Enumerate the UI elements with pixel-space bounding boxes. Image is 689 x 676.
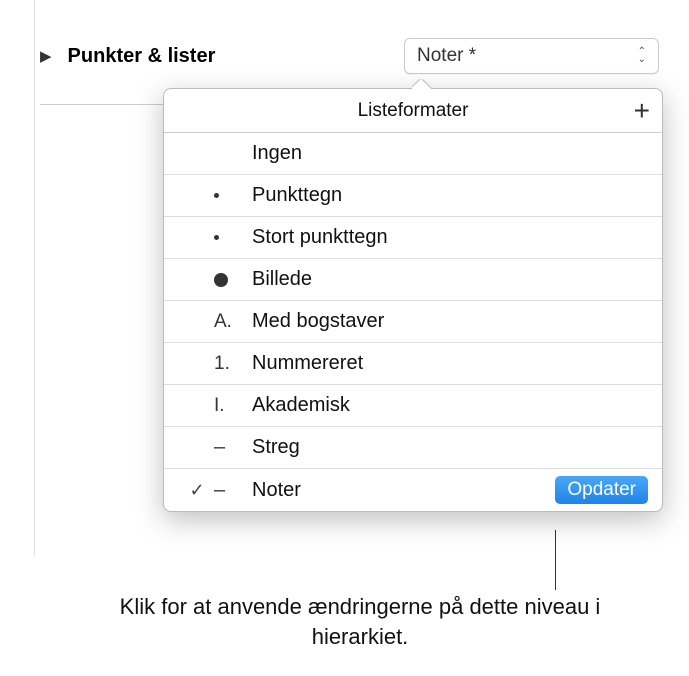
list-formats-popover: Listeformater + Ingen Punkttegn Stort punk…	[163, 88, 663, 512]
list-marker-icon: –	[212, 436, 252, 459]
callout-leader-line	[555, 530, 556, 590]
bullets-lists-label: Punkter & lister	[68, 45, 392, 68]
format-row[interactable]: 1.Nummereret	[164, 343, 662, 385]
disclosure-triangle-icon[interactable]: ▶	[40, 47, 52, 65]
list-marker-icon	[212, 273, 252, 287]
format-row[interactable]: Punkttegn	[164, 175, 662, 217]
format-label: Med bogstaver	[252, 310, 648, 333]
list-marker-icon	[212, 193, 252, 198]
format-label: Noter	[252, 479, 555, 502]
add-format-button[interactable]: +	[634, 95, 650, 127]
format-label: Nummereret	[252, 352, 648, 375]
format-row[interactable]: Stort punkttegn	[164, 217, 662, 259]
format-label: Ingen	[252, 142, 648, 165]
popover-header: Listeformater +	[164, 89, 662, 133]
chevron-up-down-icon: ⌃ ⌄	[638, 48, 646, 64]
list-style-dropdown[interactable]: Noter * ⌃ ⌄	[404, 38, 659, 74]
format-list: IngenPunkttegnStort punkttegnBilledeA.Me…	[164, 133, 662, 511]
list-marker-icon: I.	[212, 395, 252, 417]
list-marker-icon	[212, 235, 252, 240]
callout-text: Klik for at anvende ændringerne på dette…	[90, 592, 630, 651]
checkmark-icon: ✓	[182, 480, 212, 501]
format-label: Akademisk	[252, 394, 648, 417]
format-row[interactable]: ✓–NoterOpdater	[164, 469, 662, 511]
list-marker-icon: –	[212, 479, 252, 502]
dropdown-selected-value: Noter *	[417, 45, 476, 67]
format-label: Billede	[252, 268, 648, 291]
list-marker-icon: 1.	[212, 353, 252, 375]
popover-title: Listeformater	[358, 100, 469, 122]
popover-arrow-icon	[412, 79, 432, 89]
format-row[interactable]: A.Med bogstaver	[164, 301, 662, 343]
format-row[interactable]: Billede	[164, 259, 662, 301]
format-label: Streg	[252, 436, 648, 459]
format-row[interactable]: Ingen	[164, 133, 662, 175]
list-marker-icon: A.	[212, 311, 252, 333]
update-button[interactable]: Opdater	[555, 476, 648, 504]
format-row[interactable]: –Streg	[164, 427, 662, 469]
format-row[interactable]: I.Akademisk	[164, 385, 662, 427]
format-label: Stort punkttegn	[252, 226, 648, 249]
panel-header: ▶ Punkter & lister Noter * ⌃ ⌄	[0, 0, 689, 86]
format-label: Punkttegn	[252, 184, 648, 207]
